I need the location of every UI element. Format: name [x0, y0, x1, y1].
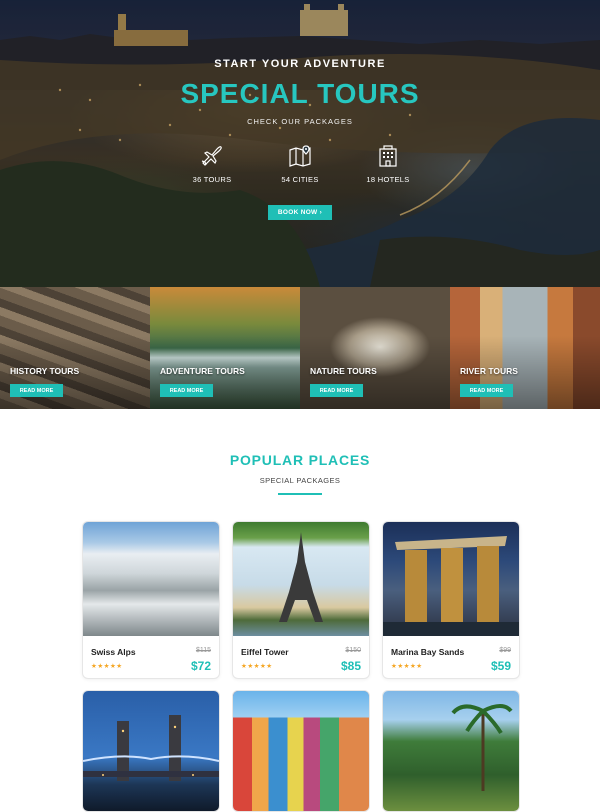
- book-now-button[interactable]: BOOK NOW ›: [268, 205, 332, 220]
- tour-name: RIVER TOURS: [460, 366, 518, 376]
- airplane-icon: [201, 146, 222, 166]
- tour-tile-history[interactable]: HISTORY TOURS READ MORE: [0, 287, 150, 409]
- section-divider: [278, 493, 322, 495]
- read-more-button[interactable]: READ MORE: [10, 384, 63, 397]
- tour-name: HISTORY TOURS: [10, 366, 80, 376]
- hero-section: START YOUR ADVENTURE SPECIAL TOURS CHECK…: [0, 0, 600, 287]
- colorful-harbor-photo: [233, 691, 369, 811]
- eiffel-tower-photo: [233, 522, 369, 636]
- swiss-alps-photo: [83, 522, 219, 636]
- popular-places-subtitle: SPECIAL PACKAGES: [259, 476, 341, 485]
- hotel-building-icon: [379, 145, 397, 167]
- stat-cities-label: 54 CITIES: [281, 175, 319, 184]
- place-name: Swiss Alps: [91, 647, 136, 657]
- place-old-price: $99: [499, 647, 511, 654]
- place-card-tower-bridge[interactable]: [82, 690, 220, 812]
- place-price: $85: [340, 659, 361, 673]
- stat-hotels: 18 HOTELS: [353, 143, 423, 184]
- place-old-price: $115: [195, 647, 211, 654]
- place-price: $59: [490, 659, 511, 673]
- place-name: Eiffel Tower: [241, 647, 289, 657]
- bridge-icon: [83, 715, 219, 781]
- building-icon: [383, 536, 519, 636]
- stat-tours: 36 TOURS: [177, 143, 247, 184]
- tour-name: NATURE TOURS: [310, 366, 377, 376]
- stat-cities: 54 CITIES: [265, 143, 335, 184]
- tour-tile-river[interactable]: RIVER TOURS READ MORE: [450, 287, 600, 409]
- place-old-price: $150: [345, 647, 361, 654]
- place-name: Marina Bay Sands: [391, 647, 465, 657]
- tour-tile-adventure[interactable]: ADVENTURE TOURS READ MORE: [150, 287, 300, 409]
- read-more-button[interactable]: READ MORE: [310, 384, 363, 397]
- place-card-swiss-alps[interactable]: Swiss Alps $115 ★★★★★ $72: [82, 521, 220, 679]
- stat-hotels-label: 18 HOTELS: [366, 175, 410, 184]
- hero-eyebrow: START YOUR ADVENTURE: [214, 58, 386, 70]
- stat-tours-label: 36 TOURS: [192, 175, 232, 184]
- rating-stars-icon: ★★★★★: [241, 663, 273, 670]
- tropical-garden-photo: [383, 691, 519, 811]
- rating-stars-icon: ★★★★★: [391, 663, 423, 670]
- place-card-tropical-garden[interactable]: [382, 690, 520, 812]
- tower-bridge-photo: [83, 691, 219, 811]
- tour-tile-nature[interactable]: NATURE TOURS READ MORE: [300, 287, 450, 409]
- palm-tree-icon: [451, 704, 513, 791]
- place-card-colorful-harbor[interactable]: [232, 690, 370, 812]
- hero-subtitle: CHECK OUR PACKAGES: [247, 117, 353, 126]
- place-price: $72: [190, 659, 211, 673]
- place-card-eiffel-tower[interactable]: Eiffel Tower $150 ★★★★★ $85: [232, 521, 370, 679]
- read-more-button[interactable]: READ MORE: [460, 384, 513, 397]
- hero-title: SPECIAL TOURS: [180, 78, 420, 109]
- read-more-button[interactable]: READ MORE: [160, 384, 213, 397]
- eiffel-tower-icon: [279, 532, 323, 622]
- map-pin-icon: [289, 145, 311, 167]
- marina-bay-sands-photo: [383, 522, 519, 636]
- rating-stars-icon: ★★★★★: [91, 663, 123, 670]
- tour-name: ADVENTURE TOURS: [160, 366, 245, 376]
- popular-places-title: POPULAR PLACES: [229, 452, 371, 468]
- place-card-marina-bay-sands[interactable]: Marina Bay Sands $99 ★★★★★ $59: [382, 521, 520, 679]
